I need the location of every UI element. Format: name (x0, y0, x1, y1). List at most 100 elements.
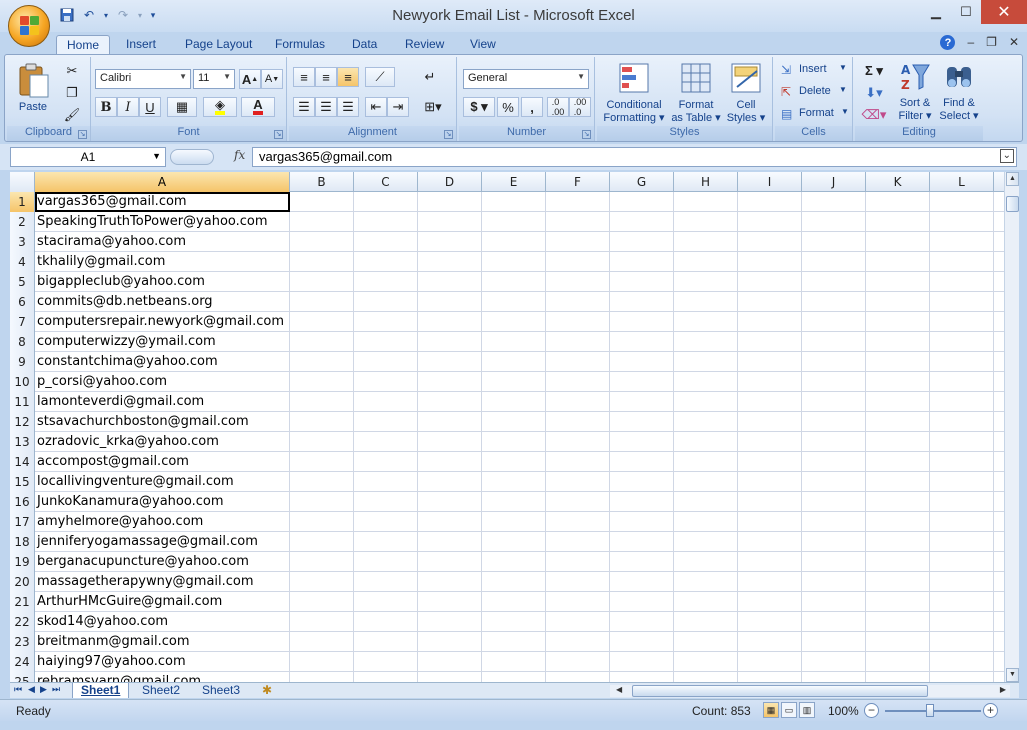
empty-cell[interactable] (738, 332, 802, 352)
empty-cell[interactable] (482, 472, 546, 492)
empty-cell[interactable] (802, 632, 866, 652)
empty-cell[interactable] (610, 532, 674, 552)
empty-cell[interactable] (866, 292, 930, 312)
empty-cell[interactable] (802, 672, 866, 682)
row-header[interactable]: 3 (10, 232, 35, 252)
empty-cell[interactable] (866, 372, 930, 392)
italic-button[interactable]: I (117, 97, 139, 117)
empty-cell[interactable] (930, 392, 994, 412)
sheet-tab-sheet3[interactable]: Sheet3 (194, 683, 248, 698)
empty-cell[interactable] (290, 432, 354, 452)
empty-cell[interactable] (866, 672, 930, 682)
empty-cell[interactable] (290, 332, 354, 352)
empty-cell[interactable] (418, 672, 482, 682)
empty-cell[interactable] (674, 332, 738, 352)
empty-cell[interactable] (610, 512, 674, 532)
row-header[interactable]: 23 (10, 632, 35, 652)
empty-cell[interactable] (674, 652, 738, 672)
empty-cell[interactable] (674, 572, 738, 592)
empty-cell[interactable] (674, 232, 738, 252)
empty-cell[interactable] (354, 392, 418, 412)
column-header-c[interactable]: C (354, 172, 418, 192)
empty-cell[interactable] (802, 572, 866, 592)
zoom-out-icon[interactable]: − (864, 703, 879, 718)
empty-cell[interactable] (354, 352, 418, 372)
empty-cell[interactable] (738, 472, 802, 492)
empty-cell[interactable] (802, 272, 866, 292)
row-header[interactable]: 25 (10, 672, 35, 682)
empty-cell[interactable] (418, 412, 482, 432)
wrap-text-icon[interactable]: ↵ (419, 67, 441, 87)
align-center-icon[interactable]: ☰ (315, 97, 337, 117)
empty-cell[interactable] (354, 572, 418, 592)
empty-cell[interactable] (738, 372, 802, 392)
row-header[interactable]: 5 (10, 272, 35, 292)
tab-home[interactable]: Home (56, 35, 111, 54)
empty-cell[interactable] (546, 472, 610, 492)
empty-cell[interactable] (482, 432, 546, 452)
email-cell[interactable]: computersrepair.newyork@gmail.com (35, 312, 290, 332)
empty-cell[interactable] (482, 372, 546, 392)
row-header[interactable]: 7 (10, 312, 35, 332)
close-button[interactable]: ✕ (981, 0, 1027, 24)
empty-cell[interactable] (354, 532, 418, 552)
font-launcher-icon[interactable]: ↘ (274, 130, 283, 139)
decrease-decimal-button[interactable]: .00.0 (569, 97, 591, 117)
empty-cell[interactable] (738, 192, 802, 212)
empty-cell[interactable] (738, 512, 802, 532)
select-all-corner[interactable] (10, 172, 35, 192)
empty-cell[interactable] (674, 492, 738, 512)
row-header[interactable]: 8 (10, 332, 35, 352)
empty-cell[interactable] (674, 532, 738, 552)
empty-cell[interactable] (738, 672, 802, 682)
empty-cell[interactable] (802, 352, 866, 372)
empty-cell[interactable] (354, 332, 418, 352)
font-size-combo[interactable]: 11 ▼ (193, 69, 235, 89)
empty-cell[interactable] (866, 192, 930, 212)
empty-cell[interactable] (290, 312, 354, 332)
empty-cell[interactable] (866, 652, 930, 672)
email-cell[interactable]: computerwizzy@ymail.com (35, 332, 290, 352)
email-cell[interactable]: SpeakingTruthToPower@yahoo.com (35, 212, 290, 232)
empty-cell[interactable] (546, 312, 610, 332)
office-button[interactable] (8, 5, 50, 47)
ribbon-close-icon[interactable]: ✕ (1009, 35, 1019, 50)
empty-cell[interactable] (866, 592, 930, 612)
empty-cell[interactable] (674, 192, 738, 212)
empty-cell[interactable] (674, 672, 738, 682)
empty-cell[interactable] (482, 412, 546, 432)
empty-cell[interactable] (674, 412, 738, 432)
empty-cell[interactable] (610, 452, 674, 472)
empty-cell[interactable] (354, 612, 418, 632)
empty-cell[interactable] (674, 252, 738, 272)
last-sheet-icon[interactable]: ⏭ (52, 684, 60, 695)
empty-cell[interactable] (738, 272, 802, 292)
empty-cell[interactable] (738, 392, 802, 412)
empty-cell[interactable] (354, 252, 418, 272)
empty-cell[interactable] (290, 472, 354, 492)
empty-cell[interactable] (674, 352, 738, 372)
empty-cell[interactable] (930, 632, 994, 652)
font-name-combo[interactable]: Calibri ▼ (95, 69, 191, 89)
empty-cell[interactable] (290, 212, 354, 232)
row-header[interactable]: 21 (10, 592, 35, 612)
column-header-a[interactable]: A (35, 172, 290, 192)
column-header-k[interactable]: K (866, 172, 930, 192)
empty-cell[interactable] (290, 532, 354, 552)
empty-cell[interactable] (354, 232, 418, 252)
empty-cell[interactable] (930, 192, 994, 212)
empty-cell[interactable] (546, 212, 610, 232)
empty-cell[interactable] (290, 252, 354, 272)
top-align-icon[interactable]: ≡ (293, 67, 315, 87)
tab-data[interactable]: Data (342, 35, 387, 54)
empty-cell[interactable] (738, 612, 802, 632)
empty-cell[interactable] (546, 272, 610, 292)
empty-cell[interactable] (546, 552, 610, 572)
column-header-e[interactable]: E (482, 172, 546, 192)
empty-cell[interactable] (674, 212, 738, 232)
column-header-b[interactable]: B (290, 172, 354, 192)
empty-cell[interactable] (290, 232, 354, 252)
empty-cell[interactable] (930, 552, 994, 572)
email-cell[interactable]: ozradovic_krka@yahoo.com (35, 432, 290, 452)
font-color-button[interactable]: A (241, 97, 275, 117)
